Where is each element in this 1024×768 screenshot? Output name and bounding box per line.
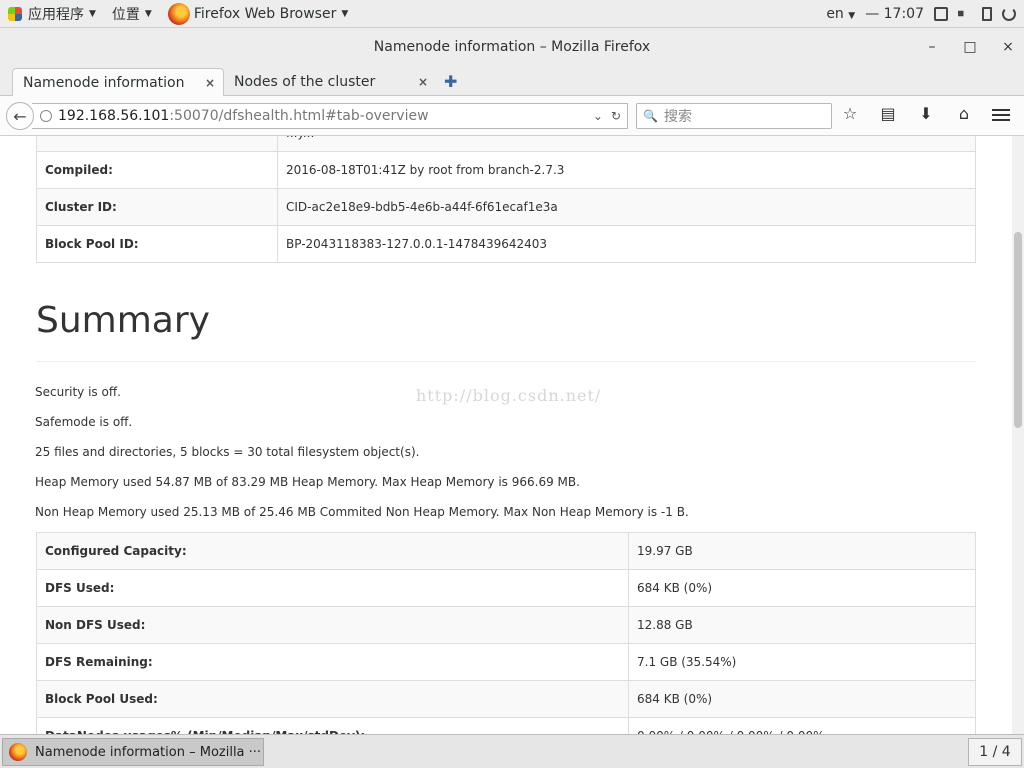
taskbar: Namenode information – Mozilla ··· 1 / 4 bbox=[0, 734, 1024, 768]
close-window-button[interactable]: × bbox=[1000, 39, 1016, 55]
window-title: Namenode information – Mozilla Firefox bbox=[373, 39, 651, 55]
capacity-key: DataNodes usages% (Min/Median/Max/stdDev… bbox=[36, 717, 629, 734]
capacity-table: Configured Capacity: 19.97 GB DFS Used: 68… bbox=[36, 532, 976, 734]
chevron-down-icon: ▼ bbox=[144, 8, 152, 19]
chevron-down-icon: ▼ bbox=[89, 8, 96, 19]
tab-label: Nodes of the cluster bbox=[234, 74, 376, 90]
workspace-pager[interactable]: 1 / 4 bbox=[968, 738, 1022, 766]
table-row: DFS Remaining: 7.1 GB (35.54%) bbox=[36, 643, 976, 681]
firefox-icon bbox=[167, 2, 190, 25]
tab-nodes-of-the-cluster[interactable]: Nodes of the cluster × bbox=[224, 68, 436, 96]
tab-strip: Namenode information × Nodes of the clus… bbox=[0, 66, 1024, 96]
applications-label: 应用程序 bbox=[28, 6, 84, 23]
summary-heading: Summary bbox=[36, 300, 210, 341]
close-tab-icon[interactable]: × bbox=[418, 75, 428, 89]
overview-table: ...y... Compiled:2016-08-18T01:41Z by ro… bbox=[36, 136, 976, 263]
capacity-value: 12.88 GB bbox=[628, 606, 976, 644]
taskbar-item-label: Namenode information – Mozilla ··· bbox=[35, 744, 262, 760]
bookmark-star-icon[interactable]: ☆ bbox=[840, 104, 860, 123]
applications-menu[interactable]: 应用程序 ▼ bbox=[0, 0, 104, 28]
new-tab-button[interactable]: ✚ bbox=[444, 72, 457, 91]
url-host: 192.168.56.101 bbox=[58, 108, 170, 124]
screen-icon[interactable] bbox=[934, 6, 948, 21]
overview-key: Compiled: bbox=[36, 151, 278, 189]
back-arrow-icon: ← bbox=[13, 106, 27, 126]
gnome-top-panel: 应用程序 ▼ 位置 ▼ Firefox Web Browser ▼ en ▼ —… bbox=[0, 0, 1024, 28]
url-bar[interactable]: 192.168.56.101:50070/dfshealth.html#tab-… bbox=[32, 103, 628, 129]
browser-app-menu[interactable]: Firefox Web Browser ▼ bbox=[160, 0, 356, 28]
table-row: Cluster ID: CID-ac2e18e9-bdb5-4e6b-a44f-6… bbox=[36, 188, 976, 226]
language-indicator[interactable]: en ▼ bbox=[826, 6, 855, 22]
divider bbox=[36, 361, 976, 362]
overview-key bbox=[36, 136, 278, 152]
overview-value: BP-2043118383-127.0.0.1-1478439642403 bbox=[277, 225, 976, 263]
applications-icon bbox=[8, 6, 22, 21]
battery-icon[interactable] bbox=[982, 6, 992, 21]
overview-value: 2016-08-18T01:41Z by root from branch-2.… bbox=[277, 151, 976, 189]
table-row: ...y... bbox=[36, 136, 976, 152]
summary-files: 25 files and directories, 5 blocks = 30 … bbox=[35, 445, 420, 459]
clock[interactable]: — 17:07 bbox=[865, 6, 924, 22]
page-content: ...y... Compiled:2016-08-18T01:41Z by ro… bbox=[0, 136, 1012, 734]
capacity-value: 19.97 GB bbox=[628, 532, 976, 570]
home-icon[interactable]: ⌂ bbox=[954, 104, 974, 123]
capacity-value: 0.00% / 0.00% / 0.00% / 0.00% bbox=[628, 717, 976, 734]
capacity-value: 7.1 GB (35.54%) bbox=[628, 643, 976, 681]
table-row: Non DFS Used: 12.88 GB bbox=[36, 606, 976, 644]
search-placeholder: 搜索 bbox=[663, 109, 692, 125]
overview-key: Block Pool ID: bbox=[36, 225, 278, 263]
summary-heap: Heap Memory used 54.87 MB of 83.29 MB He… bbox=[35, 475, 580, 489]
capacity-key: Block Pool Used: bbox=[36, 680, 629, 718]
power-icon[interactable] bbox=[1002, 6, 1016, 21]
maximize-button[interactable]: □ bbox=[962, 39, 978, 55]
menu-icon[interactable] bbox=[990, 104, 1012, 126]
window-titlebar: Namenode information – Mozilla Firefox –… bbox=[0, 28, 1024, 66]
firefox-icon bbox=[9, 743, 27, 761]
table-row: DataNodes usages% (Min/Median/Max/stdDev… bbox=[36, 717, 976, 734]
minimize-button[interactable]: – bbox=[924, 39, 940, 55]
chevron-down-icon: ▼ bbox=[341, 8, 349, 19]
overview-value: ...y... bbox=[277, 136, 976, 152]
navigation-toolbar: 192.168.56.101:50070/dfshealth.html#tab-… bbox=[0, 96, 1024, 136]
language-label: en bbox=[826, 5, 844, 22]
capacity-key: Non DFS Used: bbox=[36, 606, 629, 644]
capacity-value: 684 KB (0%) bbox=[628, 569, 976, 607]
table-row: Configured Capacity: 19.97 GB bbox=[36, 532, 976, 570]
volume-icon[interactable] bbox=[958, 6, 970, 21]
page-scrollbar[interactable] bbox=[1012, 136, 1024, 734]
places-label: 位置 bbox=[111, 6, 140, 23]
summary-nonheap: Non Heap Memory used 25.13 MB of 25.46 M… bbox=[35, 505, 689, 519]
watermark: http://blog.csdn.net/ bbox=[416, 386, 602, 405]
table-row: Block Pool Used: 684 KB (0%) bbox=[36, 680, 976, 718]
scrollbar-thumb[interactable] bbox=[1014, 232, 1022, 428]
reading-list-icon[interactable]: ▤ bbox=[878, 104, 898, 123]
site-identity-icon[interactable] bbox=[40, 110, 52, 122]
close-tab-icon[interactable]: × bbox=[205, 76, 215, 90]
back-button[interactable]: ← bbox=[6, 102, 34, 130]
places-menu[interactable]: 位置 ▼ bbox=[104, 0, 160, 28]
table-row: Compiled: 2016-08-18T01:41Z by root from … bbox=[36, 151, 976, 189]
downloads-icon[interactable]: ⬇ bbox=[916, 104, 936, 123]
search-icon: 🔍 bbox=[643, 109, 658, 123]
overview-value: CID-ac2e18e9-bdb5-4e6b-a44f-6f61ecaf1e3a bbox=[277, 188, 976, 226]
table-row: Block Pool ID: BP-2043118383-127.0.0.1-14… bbox=[36, 225, 976, 263]
url-dropdown-icon[interactable]: ⌄ bbox=[593, 109, 603, 123]
chevron-down-icon: ▼ bbox=[848, 10, 856, 21]
summary-security: Security is off. bbox=[35, 385, 121, 399]
capacity-value: 684 KB (0%) bbox=[628, 680, 976, 718]
clock-label: 17:07 bbox=[883, 5, 924, 22]
summary-safemode: Safemode is off. bbox=[35, 415, 133, 429]
browser-app-label: Firefox Web Browser bbox=[193, 5, 337, 22]
overview-key: Cluster ID: bbox=[36, 188, 278, 226]
capacity-key: Configured Capacity: bbox=[36, 532, 629, 570]
reload-icon[interactable]: ↻ bbox=[611, 109, 621, 123]
tab-label: Namenode information bbox=[23, 74, 185, 91]
capacity-key: DFS Remaining: bbox=[36, 643, 629, 681]
taskbar-window-item[interactable]: Namenode information – Mozilla ··· bbox=[2, 738, 264, 766]
search-input[interactable]: 🔍 搜索 bbox=[636, 103, 832, 129]
tab-namenode-information[interactable]: Namenode information × bbox=[12, 68, 224, 96]
url-path: :50070/dfshealth.html#tab-overview bbox=[169, 108, 429, 124]
capacity-key: DFS Used: bbox=[36, 569, 629, 607]
table-row: DFS Used: 684 KB (0%) bbox=[36, 569, 976, 607]
